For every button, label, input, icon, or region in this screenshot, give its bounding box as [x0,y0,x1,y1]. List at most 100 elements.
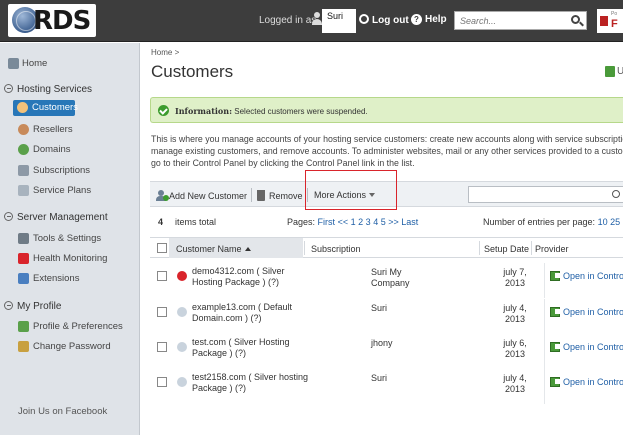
facebook-link[interactable]: Join Us on Facebook [18,406,107,417]
entries-option[interactable]: 10 [598,217,608,227]
info-message-text: Information: Selected customers were sus… [175,106,368,116]
column-customer-name[interactable]: Customer Name [176,244,251,254]
next-page-link[interactable]: >> [388,217,399,227]
subscription-cell: Suri My Company [371,267,410,288]
help-button[interactable]: ? Help [411,14,447,25]
page-link[interactable]: 4 [373,217,378,227]
column-provider[interactable]: Provider [535,244,569,254]
sidebar-item-resellers[interactable]: Resellers [0,122,140,138]
status-icon [177,307,187,317]
toolbar: Add New Customer Remove More Actions [150,170,623,210]
control-panel-icon [550,342,560,352]
column-divider [479,241,480,255]
upgrade-icon[interactable] [605,66,615,77]
sidebar-group-my-profile[interactable]: My Profile [4,301,61,312]
open-control-panel-link[interactable]: Open in Contro [550,307,623,317]
toolbar-separator [251,188,252,202]
column-setup-date[interactable]: Setup Date [484,244,529,254]
page-link[interactable]: 2 [358,217,363,227]
page-title: Customers [151,62,234,81]
page-link[interactable]: 5 [381,217,386,227]
power-icon [359,14,369,24]
tools-icon [18,233,29,244]
search-icon[interactable] [612,190,620,198]
row-checkbox[interactable] [157,342,167,352]
column-divider [544,334,545,369]
search-icon[interactable] [571,15,580,24]
row-checkbox[interactable] [157,271,167,281]
username[interactable]: Suri [322,9,356,33]
provider-label: Open in Contro [563,307,623,317]
entries-label: Number of entries per page: [483,217,596,227]
partner-letter: F [611,18,618,30]
sidebar-group-server-management[interactable]: Server Management [4,212,108,223]
sidebar-item-home[interactable]: Home [4,56,144,72]
sidebar-item-subscriptions[interactable]: Subscriptions [0,163,140,179]
help-label: Help [425,14,447,25]
search-input[interactable] [455,12,565,29]
user-icon [312,12,322,26]
row-checkbox[interactable] [157,307,167,317]
status-icon [177,271,187,281]
sidebar-item-label: Resellers [33,124,73,135]
sidebar-item-domains[interactable]: Domains [0,142,140,158]
sidebar-group-hosting-services[interactable]: Hosting Services [4,84,92,95]
add-customer-button[interactable]: Add New Customer [156,190,247,201]
customer-name-link[interactable]: test.com ( Silver Hosting Package ) (?) [192,337,317,359]
page-links: Pages: First << 1 2 3 4 5 >> Last [287,217,418,227]
page-link[interactable]: 1 [351,217,356,227]
rds-logo[interactable]: RDS [8,4,96,37]
table-row: test2158.com ( Silver hosting Package ) … [150,369,623,404]
sidebar-item-label: Service Plans [33,185,92,196]
breadcrumb[interactable]: Home > [151,48,179,57]
sidebar-item-extensions[interactable]: Extensions [0,271,140,287]
provider-label: Open in Contro [563,342,623,352]
subscription-cell: Suri [371,373,388,383]
open-control-panel-link[interactable]: Open in Contro [550,271,623,281]
service-plan-icon [18,185,29,196]
sidebar-item-label: Change Password [33,341,111,352]
description-line: go to their Control Panel by clicking th… [151,158,415,168]
logout-button[interactable]: Log out [359,14,409,26]
select-all-checkbox[interactable] [157,243,167,253]
open-control-panel-link[interactable]: Open in Contro [550,377,623,387]
first-page-link[interactable]: First [318,217,336,227]
setup-date-cell: july 4, 2013 [503,373,527,394]
table-row: test.com ( Silver Hosting Package ) (?) … [150,334,623,369]
row-checkbox[interactable] [157,377,167,387]
remove-button[interactable]: Remove [257,190,303,201]
last-page-link[interactable]: Last [401,217,418,227]
info-message-label: Information: [175,106,233,116]
sidebar-item-customers[interactable]: Customers [13,100,78,116]
sidebar-item-change-password[interactable]: Change Password [0,339,140,355]
column-subscription[interactable]: Subscription [311,244,361,254]
domain-icon [18,144,29,155]
reseller-icon [18,124,29,135]
provider-label: Open in Contro [563,377,623,387]
open-control-panel-link[interactable]: Open in Contro [550,342,623,352]
collapse-icon [4,212,13,221]
items-count: 4 [158,217,164,227]
customer-name-link[interactable]: test2158.com ( Silver hosting Package ) … [192,372,317,394]
customer-name-link[interactable]: example13.com ( Default Domain.com ) (?) [192,302,317,324]
status-icon [177,377,187,387]
customer-name-link[interactable]: demo4312.com ( Silver Hosting Package ) … [192,266,317,288]
subscription-icon [18,165,29,176]
logged-in-label: Logged in as [259,15,317,26]
pager: 4 items total Pages: First << 1 2 3 4 5 … [150,213,623,231]
sidebar-item-health-monitoring[interactable]: Health Monitoring [0,251,140,267]
sidebar-item-label: Extensions [33,273,80,284]
table-header: Customer Name Subscription Setup Date Pr… [150,237,623,258]
sidebar-item-profile-preferences[interactable]: Profile & Preferences [0,319,140,335]
entries-option[interactable]: 25 [610,217,620,227]
sidebar-item-service-plans[interactable]: Service Plans [0,183,140,199]
sidebar-item-label: Domains [33,144,71,155]
list-search-input[interactable] [468,186,623,203]
partner-mark-icon [600,16,608,26]
table-row: demo4312.com ( Silver Hosting Package ) … [150,263,623,298]
page-link[interactable]: 3 [366,217,371,227]
top-bar: RDS Logged in as Suri Log out ?Help Po F [0,0,623,42]
sidebar-item-tools-settings[interactable]: Tools & Settings [0,231,140,247]
column-divider [544,369,545,404]
prev-page-link[interactable]: << [338,217,349,227]
